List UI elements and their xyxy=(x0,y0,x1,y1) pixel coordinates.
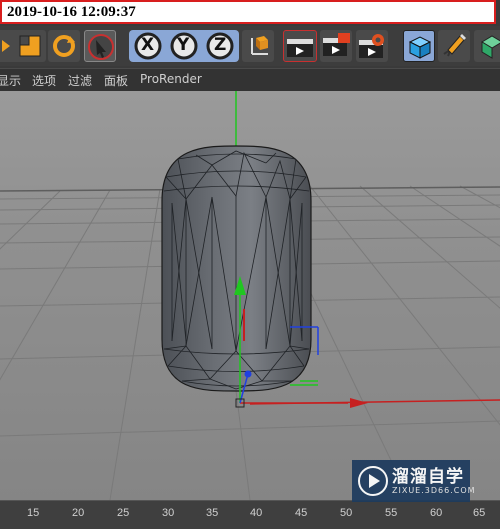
select-icon[interactable] xyxy=(84,30,116,62)
tick-label: 25 xyxy=(117,507,130,519)
capsule-object xyxy=(161,145,312,392)
render-view-icon[interactable] xyxy=(283,30,317,62)
tick-label: 65 xyxy=(473,507,486,519)
watermark: 溜溜自学 ZIXUE.3D66.COM xyxy=(352,460,475,502)
subdivision-icon[interactable] xyxy=(474,30,500,62)
timeline-ruler[interactable]: 15 20 25 30 35 40 45 50 55 60 65 xyxy=(0,500,500,529)
cube-icon[interactable] xyxy=(403,30,435,62)
viewport-menubar: 显示 选项 过滤 面板 ProRender xyxy=(0,68,500,92)
z-axis-lock[interactable]: Z xyxy=(204,30,236,62)
rotate-icon[interactable] xyxy=(48,30,80,62)
tick-label: 55 xyxy=(385,507,398,519)
scale-icon[interactable] xyxy=(14,30,46,62)
menu-display[interactable]: 显示 xyxy=(0,72,21,89)
watermark-name: 溜溜自学 xyxy=(392,467,464,487)
tick-label: 45 xyxy=(295,507,308,519)
perspective-viewport[interactable] xyxy=(0,91,500,500)
z-label: Z xyxy=(214,35,227,55)
y-label: Y xyxy=(177,35,190,55)
x-axis-lock[interactable]: X xyxy=(132,30,164,62)
tick-label: 35 xyxy=(206,507,219,519)
watermark-url: ZIXUE.3D66.COM xyxy=(392,486,476,495)
timestamp-banner: 2019-10-16 12:09:37 xyxy=(0,0,496,24)
tick-label: 50 xyxy=(340,507,353,519)
tick-label: 20 xyxy=(72,507,85,519)
tick-label: 30 xyxy=(162,507,175,519)
tick-label: 15 xyxy=(27,507,40,519)
timestamp-text: 2019-10-16 12:09:37 xyxy=(7,4,136,20)
tick-label: 40 xyxy=(250,507,263,519)
tick-label: 60 xyxy=(430,507,443,519)
menu-options[interactable]: 选项 xyxy=(32,72,56,89)
menu-filter[interactable]: 过滤 xyxy=(68,72,92,89)
render-picture-viewer-icon[interactable] xyxy=(320,30,352,62)
z-axis-handle xyxy=(244,370,252,378)
x-label: X xyxy=(141,35,155,55)
play-logo-icon xyxy=(358,466,388,496)
pen-icon[interactable] xyxy=(438,30,470,62)
render-settings-icon[interactable] xyxy=(356,30,388,62)
world-coordinates-icon[interactable] xyxy=(242,30,274,62)
y-axis-lock[interactable]: Y xyxy=(168,30,200,62)
menu-panel[interactable]: 面板 xyxy=(104,72,128,89)
menu-prorender[interactable]: ProRender xyxy=(140,72,202,86)
